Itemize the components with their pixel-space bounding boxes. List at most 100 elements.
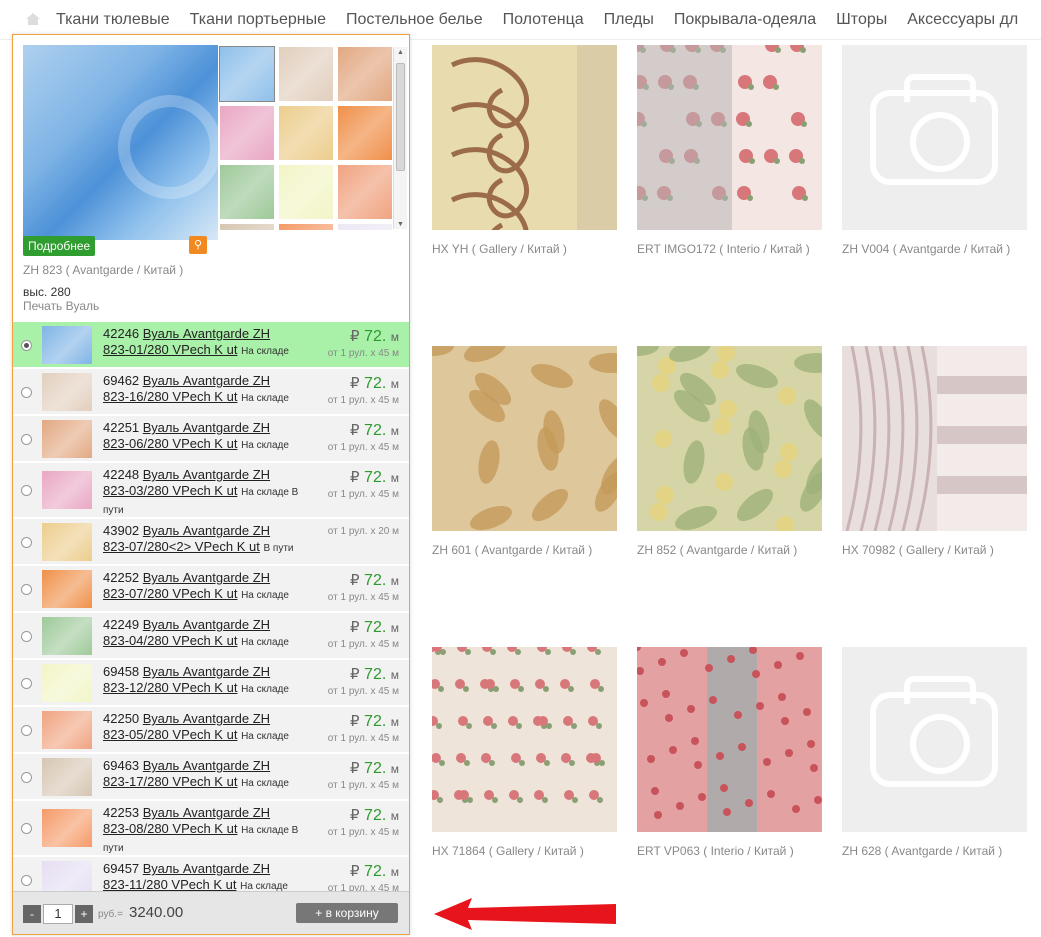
nav-item[interactable]: Ткани тюлевые [56,11,170,28]
nav-item[interactable]: Полотенца [503,11,584,28]
thumbnail[interactable] [279,165,333,219]
thumbnail[interactable] [279,106,333,160]
variant-link[interactable]: Вуаль Avantgarde ZH [143,467,270,482]
variant-radio[interactable] [21,485,32,496]
variant-link[interactable]: Вуаль Avantgarde ZH [143,664,270,679]
product-image[interactable] [637,45,822,230]
scroll-up-icon[interactable]: ▲ [397,49,404,56]
variant-link[interactable]: Вуаль Avantgarde ZH [143,570,270,585]
thumbnail[interactable] [338,106,392,160]
nav-item[interactable]: Постельное белье [346,11,483,28]
variant-link-article[interactable]: 823-03/280 VPech K ut [103,483,237,498]
product-caption[interactable]: ZH 601 ( Avantgarde / Китай ) [432,543,617,557]
thumbnail[interactable] [338,47,392,101]
scrollbar-thumb[interactable] [396,63,405,171]
variant-link[interactable]: Вуаль Avantgarde ZH [143,805,270,820]
nav-item[interactable]: Покрывала-одеяла [674,11,816,28]
variant-radio[interactable] [21,339,32,351]
variant-row[interactable]: 42252 Вуаль Avantgarde ZH 823-07/280 VPec… [13,566,409,613]
variant-row[interactable]: 69462 Вуаль Avantgarde ZH 823-16/280 VPec… [13,369,409,416]
thumbnail[interactable] [220,106,274,160]
product-caption[interactable]: ERT VP063 ( Interio / Китай ) [637,844,822,858]
product-image[interactable] [432,346,617,531]
variant-link[interactable]: Вуаль Avantgarde ZH [143,861,270,876]
product-caption[interactable]: HX 70982 ( Gallery / Китай ) [842,543,1027,557]
product-image[interactable] [842,45,1027,230]
variant-link-article[interactable]: 823-05/280 VPech K ut [103,727,237,742]
qty-increase-button[interactable]: + [75,905,93,923]
variant-radio[interactable] [21,630,32,642]
product-caption[interactable]: ERT IMGO172 ( Interio / Китай ) [637,242,822,256]
product-image[interactable] [432,45,617,230]
thumbnail[interactable] [279,224,333,230]
nav-item[interactable]: Аксессуары дл [907,11,1018,28]
thumbnail[interactable] [338,165,392,219]
add-to-cart-button[interactable]: + в корзину [296,903,398,923]
variant-radio[interactable] [21,724,32,736]
variant-radio[interactable] [21,536,32,548]
product-caption[interactable]: ZH 852 ( Avantgarde / Китай ) [637,543,822,557]
variant-radio[interactable] [21,771,32,783]
variant-link[interactable]: Вуаль Avantgarde ZH [143,373,270,388]
variant-link[interactable]: Вуаль Avantgarde ZH [143,617,270,632]
variant-link[interactable]: Вуаль Avantgarde ZH [143,711,270,726]
variant-radio[interactable] [21,823,32,834]
product-image[interactable] [637,346,822,531]
variant-link-article[interactable]: 823-07/280<2> VPech K ut [103,539,260,554]
product-image[interactable] [432,647,617,832]
product-caption[interactable]: HX YH ( Gallery / Китай ) [432,242,617,256]
nav-item[interactable]: Шторы [836,11,887,28]
variant-link-article[interactable]: 823-12/280 VPech K ut [103,680,237,695]
variant-link-article[interactable]: 823-11/280 VPech K ut [103,877,236,892]
pin-icon[interactable]: ⚲ [189,236,207,254]
variant-row[interactable]: 42251 Вуаль Avantgarde ZH 823-06/280 VPec… [13,416,409,463]
variant-radio[interactable] [21,583,32,595]
variant-row[interactable]: 42249 Вуаль Avantgarde ZH 823-04/280 VPec… [13,613,409,660]
variant-link-article[interactable]: 823-01/280 VPech K ut [103,342,237,357]
variant-radio[interactable] [21,433,32,445]
product-caption[interactable]: ZH 628 ( Avantgarde / Китай ) [842,844,1027,858]
product-card[interactable]: HX YH ( Gallery / Китай ) [432,45,617,256]
thumbnail[interactable] [338,224,392,230]
variant-radio[interactable] [21,874,32,886]
variant-link[interactable]: Вуаль Avantgarde ZH [143,420,270,435]
product-card[interactable]: HX 71864 ( Gallery / Китай ) [432,647,617,858]
nav-item[interactable]: Пледы [604,11,654,28]
product-card[interactable]: ZH 628 ( Avantgarde / Китай ) [842,647,1027,858]
variant-link-article[interactable]: 823-08/280 VPech K ut [103,821,237,836]
variant-link[interactable]: Вуаль Avantgarde ZH [143,758,270,773]
product-caption[interactable]: HX 71864 ( Gallery / Китай ) [432,844,617,858]
nav-item[interactable]: Ткани портьерные [190,11,326,28]
variant-link-article[interactable]: 823-04/280 VPech K ut [103,633,237,648]
product-image[interactable] [637,647,822,832]
variant-link-article[interactable]: 823-17/280 VPech K ut [103,774,237,789]
variant-link-article[interactable]: 823-06/280 VPech K ut [103,436,237,451]
variant-row[interactable]: 42246 Вуаль Avantgarde ZH 823-01/280 VPec… [13,322,409,369]
thumbnail[interactable] [279,47,333,101]
product-card[interactable]: HX 70982 ( Gallery / Китай ) [842,346,1027,557]
thumbnail-scrollbar[interactable]: ▲ ▼ [393,47,407,229]
product-card[interactable]: ZH 601 ( Avantgarde / Китай ) [432,346,617,557]
variant-link[interactable]: Вуаль Avantgarde ZH [143,523,270,538]
details-button[interactable]: Подробнее [23,236,96,256]
product-card[interactable]: ZH 852 ( Avantgarde / Китай ) [637,346,822,557]
home-icon[interactable] [25,11,41,27]
variant-link-article[interactable]: 823-07/280 VPech K ut [103,586,237,601]
variant-radio[interactable] [21,677,32,689]
qty-input[interactable]: 1 [43,904,73,924]
product-card[interactable]: ERT VP063 ( Interio / Китай ) [637,647,822,858]
variant-row[interactable]: 42253 Вуаль Avantgarde ZH 823-08/280 VPec… [13,801,409,857]
product-card[interactable]: ERT IMGO172 ( Interio / Китай ) [637,45,822,256]
variant-row[interactable]: 42248 Вуаль Avantgarde ZH 823-03/280 VPec… [13,463,409,519]
product-image[interactable] [842,346,1027,531]
variant-link[interactable]: Вуаль Avantgarde ZH [143,326,270,341]
variant-row[interactable]: 43902 Вуаль Avantgarde ZH 823-07/280<2> V… [13,519,409,566]
product-image[interactable] [842,647,1027,832]
variant-row[interactable]: 42250 Вуаль Avantgarde ZH 823-05/280 VPec… [13,707,409,754]
variant-link-article[interactable]: 823-16/280 VPech K ut [103,389,237,404]
thumbnail[interactable] [220,165,274,219]
variant-row[interactable]: 69463 Вуаль Avantgarde ZH 823-17/280 VPec… [13,754,409,801]
product-card[interactable]: ZH V004 ( Avantgarde / Китай ) [842,45,1027,256]
thumbnail[interactable] [219,46,275,102]
qty-decrease-button[interactable]: - [23,905,41,923]
